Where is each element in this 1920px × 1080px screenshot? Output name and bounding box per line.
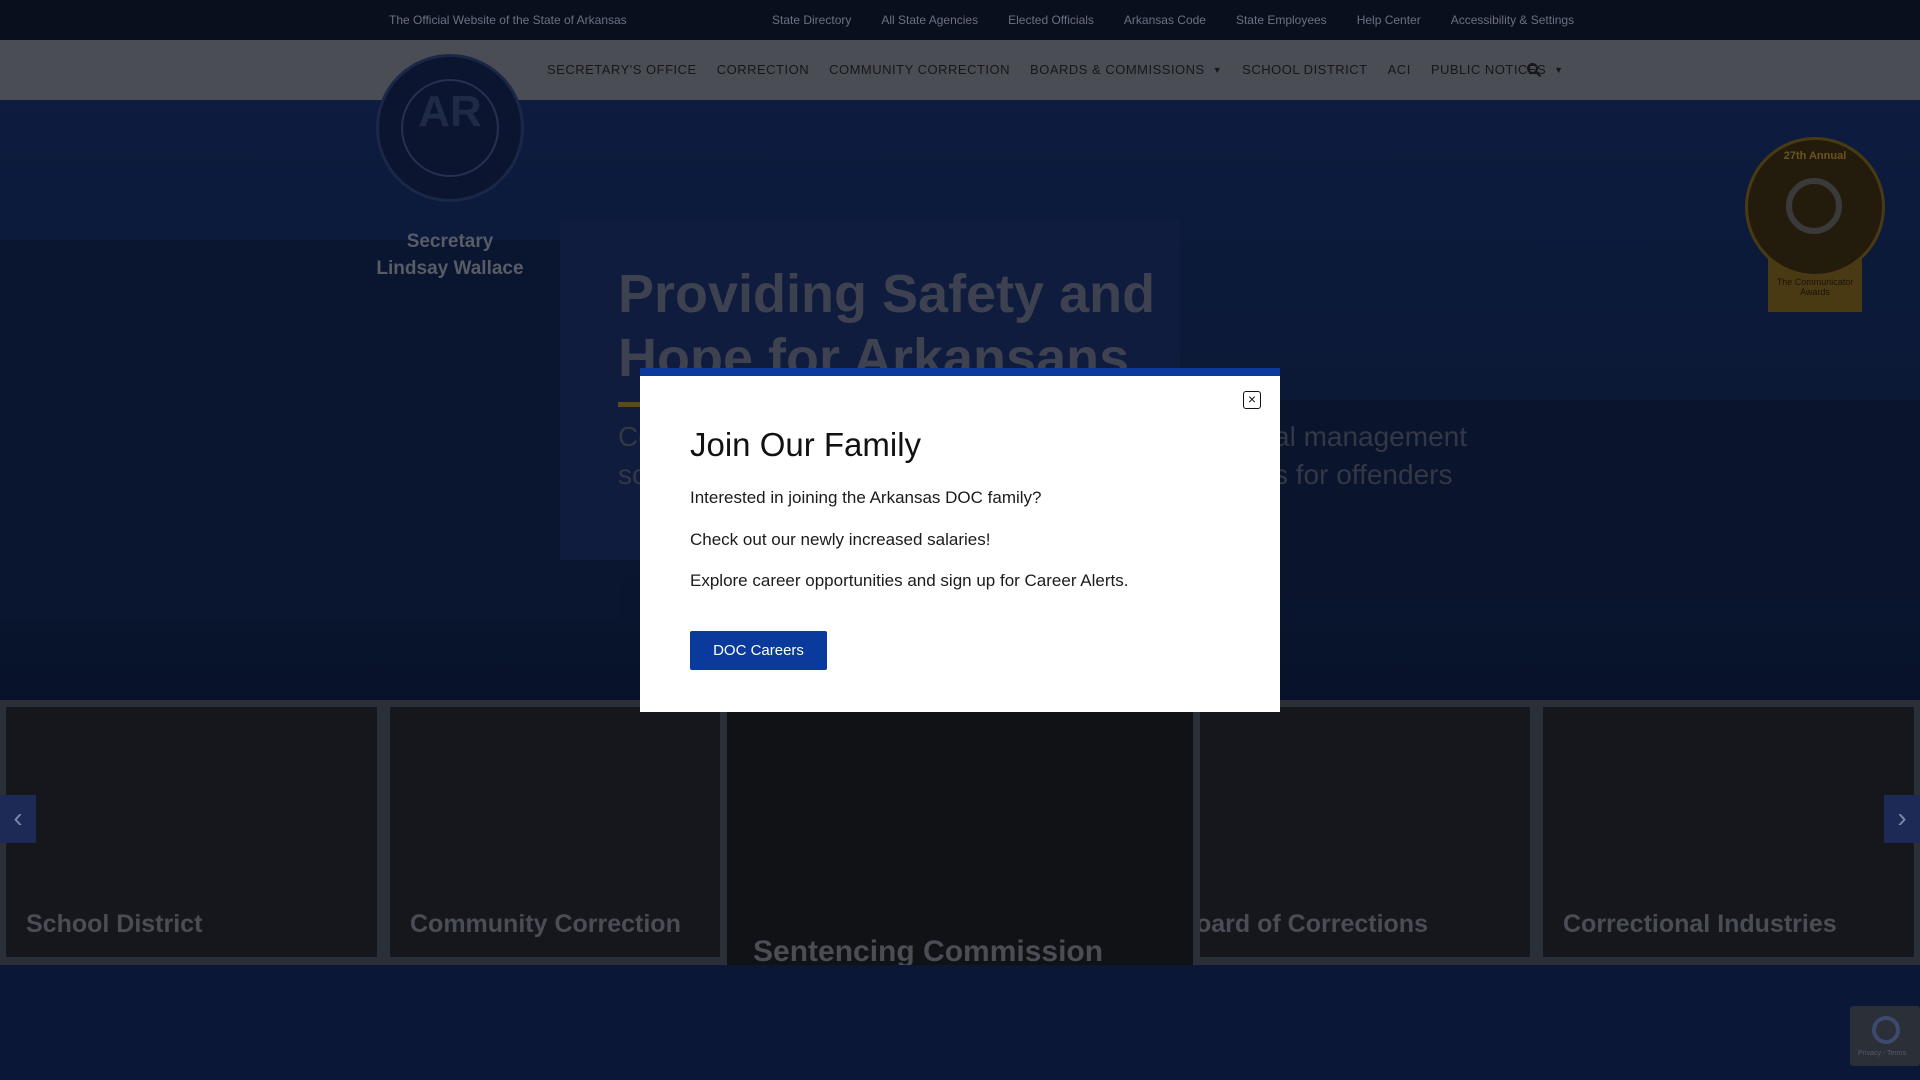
nav-school-district[interactable]: SCHOOL DISTRICT	[1242, 62, 1367, 77]
utility-links: State Directory All State Agencies Elect…	[772, 13, 1604, 27]
secretary-name: Secretary Lindsay Wallace	[340, 228, 560, 282]
caret-down-icon: ▼	[1554, 64, 1564, 75]
help-center-link[interactable]: Help Center	[1357, 13, 1421, 27]
card-sentencing-image: Sentencing Commission	[727, 707, 1193, 991]
modal-text: Explore career opportunities and sign up…	[690, 571, 1129, 590]
hero-subtitle-fragment: s for offenders	[1274, 459, 1453, 490]
official-site-link[interactable]: The Official Website of the State of Ark…	[389, 13, 627, 27]
recaptcha-icon	[1872, 1016, 1900, 1044]
state-employees-link[interactable]: State Employees	[1236, 13, 1327, 27]
hero-subtitle-fragment: al management	[1274, 421, 1468, 452]
nav-boards-commissions[interactable]: BOARDS & COMMISSIONS ▼	[1030, 62, 1222, 77]
main-nav-bar: SECRETARY'S OFFICE CORRECTION COMMUNITY …	[0, 40, 1920, 100]
seal-monogram: AR	[418, 87, 482, 136]
card-board-of-corrections[interactable]: oard of Corrections	[1200, 707, 1530, 957]
page-lower-section	[0, 965, 1920, 1080]
card-label: Sentencing Commission	[753, 935, 1104, 968]
state-directory-link[interactable]: State Directory	[772, 13, 851, 27]
nav-label: BOARDS & COMMISSIONS	[1030, 62, 1205, 77]
close-icon[interactable]: ×	[1243, 391, 1261, 409]
nav-correction[interactable]: CORRECTION	[717, 62, 809, 77]
card-label: oard of Corrections	[1200, 910, 1428, 938]
adc-seal-logo[interactable]: AR	[376, 54, 524, 202]
card-label: School District	[26, 910, 203, 938]
recaptcha-badge[interactable]: Privacy - Terms	[1850, 1006, 1920, 1066]
nav-aci[interactable]: ACI	[1388, 62, 1411, 77]
join-our-family-modal: × Join Our Family Interested in joining …	[640, 368, 1280, 712]
secretary-title: Secretary	[406, 231, 494, 252]
main-nav: SECRETARY'S OFFICE CORRECTION COMMUNITY …	[547, 62, 1584, 77]
secretary-full-name: Lindsay Wallace	[376, 258, 524, 279]
award-ring-text: 27th Annual	[1783, 150, 1847, 162]
hero-subtitle-right: al management s for offenders	[1274, 418, 1467, 494]
state-utility-bar: The Official Website of the State of Ark…	[0, 0, 1920, 40]
card-sentencing-commission[interactable]: Sentencing Commission	[720, 700, 1200, 998]
nav-community-correction[interactable]: COMMUNITY CORRECTION	[829, 62, 1010, 77]
search-icon[interactable]	[1526, 62, 1542, 78]
modal-text: Interested in joining the Arkansas DOC f…	[690, 488, 1042, 507]
hero-heading-line: Providing Safety and	[618, 264, 1156, 324]
nav-secretarys-office[interactable]: SECRETARY'S OFFICE	[547, 62, 697, 77]
award-ci-mark	[1786, 178, 1842, 234]
modal-text: Check out our newly increased salaries!	[690, 530, 991, 549]
card-label: Correctional Industries	[1563, 910, 1837, 938]
card-school-district[interactable]: School District	[6, 707, 377, 957]
digital-excellence-award-badge: 27th Annual	[1745, 137, 1885, 277]
nav-label: ACI	[1387, 62, 1411, 77]
carousel-next-arrow-icon[interactable]: ›	[1884, 795, 1920, 843]
card-community-correction[interactable]: Community Correction	[390, 707, 720, 957]
caret-down-icon: ▼	[1212, 64, 1223, 75]
nav-label: SCHOOL DISTRICT	[1242, 62, 1368, 77]
hero-background-building	[0, 240, 620, 620]
arkansas-code-link[interactable]: Arkansas Code	[1124, 13, 1206, 27]
all-state-agencies-link[interactable]: All State Agencies	[881, 13, 978, 27]
accessibility-settings-link[interactable]: Accessibility & Settings	[1451, 13, 1574, 27]
elected-officials-link[interactable]: Elected Officials	[1008, 13, 1094, 27]
nav-label: CORRECTION	[716, 62, 810, 77]
nav-label: SECRETARY'S OFFICE	[547, 62, 697, 77]
nav-label: COMMUNITY CORRECTION	[829, 62, 1011, 77]
card-correctional-industries[interactable]: Correctional Industries	[1543, 707, 1914, 957]
card-label: Community Correction	[410, 910, 681, 938]
carousel-prev-arrow-icon[interactable]: ‹	[0, 795, 36, 843]
recaptcha-terms[interactable]: Privacy - Terms	[1858, 1050, 1906, 1057]
modal-title: Join Our Family	[690, 426, 922, 463]
doc-careers-button[interactable]: DOC Careers	[690, 631, 827, 670]
nav-public-notices[interactable]: PUBLIC NOTICES ▼	[1431, 62, 1564, 77]
